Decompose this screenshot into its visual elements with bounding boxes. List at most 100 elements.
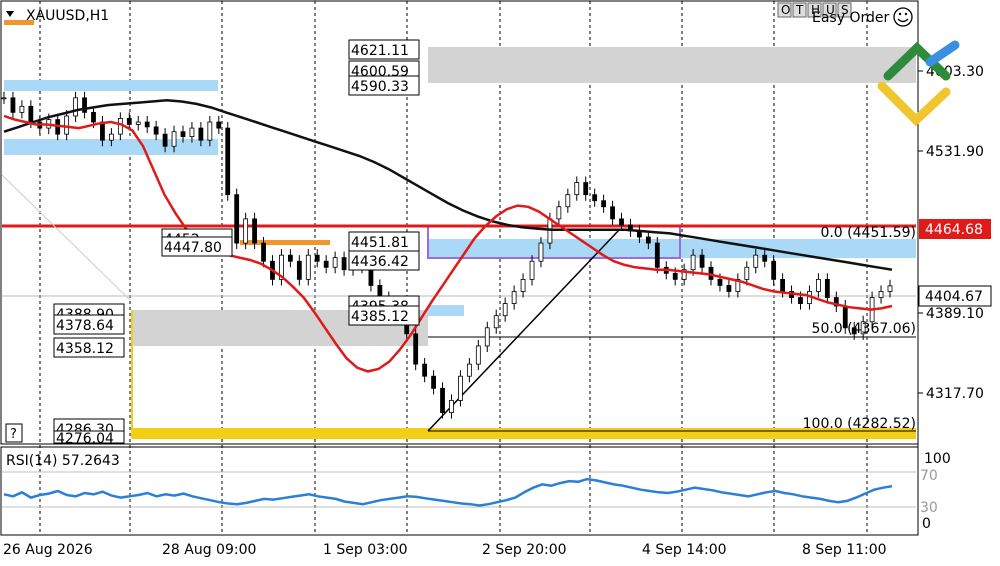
candle-body xyxy=(511,291,517,304)
candle-body xyxy=(234,194,240,244)
candle-body xyxy=(225,127,231,196)
candle-body xyxy=(261,242,266,262)
candle-body xyxy=(296,260,302,280)
fib-label: 50.0 (4367.06) xyxy=(812,321,916,337)
candle-body xyxy=(493,315,499,329)
gray-zone-upper xyxy=(428,47,916,83)
chart-canvas[interactable]: 4621.11 4600.59 4590.33 4452. 4447.80 44… xyxy=(0,0,1000,562)
rsi-tick-label: 70 xyxy=(920,468,938,484)
candle-body xyxy=(484,327,490,347)
candle-body xyxy=(323,260,329,268)
price-label: 4451.81 xyxy=(351,235,409,251)
candle-body xyxy=(645,236,651,244)
candle-body xyxy=(619,218,624,226)
candle-body xyxy=(1,97,7,100)
fib-label: 100.0 (4282.52) xyxy=(803,416,916,432)
price-label: 4358.12 xyxy=(56,341,114,357)
x-tick-label: 4 Sep 14:00 xyxy=(642,542,727,558)
candle-body xyxy=(717,278,723,286)
candle-body xyxy=(744,266,750,280)
resistance-price-value: 4464.68 xyxy=(925,222,983,238)
candle-body xyxy=(601,200,607,208)
price-label: 4385.12 xyxy=(351,309,409,325)
candle-body xyxy=(475,345,481,365)
candle-body xyxy=(189,127,195,137)
current-price-value: 4404.67 xyxy=(925,289,983,305)
candle-body xyxy=(798,297,803,304)
symbol-label[interactable]: XAUUSD,H1 xyxy=(26,8,109,24)
candle-body xyxy=(422,363,428,377)
candle-body xyxy=(64,115,70,135)
candle-body xyxy=(583,182,589,196)
price-label: 4436.42 xyxy=(351,254,409,270)
candle-body xyxy=(332,257,338,268)
candle-body xyxy=(162,133,168,147)
y-tick-label: 4317.70 xyxy=(926,386,984,402)
candle-body xyxy=(449,400,454,413)
candle-body xyxy=(520,278,526,292)
x-tick-label: 26 Aug 2026 xyxy=(3,542,93,558)
candle-body xyxy=(153,126,159,135)
candle-body xyxy=(690,254,696,271)
price-label: 4621.11 xyxy=(351,43,409,59)
candle-body xyxy=(91,111,96,123)
candle-body xyxy=(780,278,786,292)
rsi-axis: 100 70 30 0 xyxy=(920,451,951,532)
x-tick-label: 1 Sep 03:00 xyxy=(323,542,408,558)
candle-body xyxy=(28,105,34,123)
candle-body xyxy=(610,206,615,220)
candle-body xyxy=(243,218,249,244)
time-axis: 26 Aug 2026 28 Aug 09:00 1 Sep 03:00 2 S… xyxy=(3,542,887,558)
candle-body xyxy=(314,254,320,262)
price-label: 4447.80 xyxy=(164,240,222,256)
candle-body xyxy=(171,131,177,147)
y-tick-label: 4389.10 xyxy=(926,306,984,322)
yellow-zone-bottom xyxy=(132,428,916,439)
candle-body xyxy=(413,333,419,365)
fib-label: 0.0 (4451.59) xyxy=(820,225,916,241)
toolbar-button-o: O xyxy=(781,3,790,17)
candle-body xyxy=(753,254,759,268)
candle-body xyxy=(19,105,25,113)
candle-body xyxy=(458,375,463,401)
candle-body xyxy=(574,182,580,196)
candle-body xyxy=(762,254,768,262)
candle-body xyxy=(538,242,544,262)
easy-order-label[interactable]: Easy Order xyxy=(812,10,889,26)
rsi-title: RSI(14) 57.2643 xyxy=(6,453,120,469)
rsi-tick-label: 0 xyxy=(922,516,931,532)
candle-body xyxy=(440,387,445,413)
candle-body xyxy=(878,291,884,298)
candle-body xyxy=(529,260,535,280)
candle-body xyxy=(431,375,436,389)
candle-body xyxy=(108,133,114,141)
candle-body xyxy=(816,278,821,292)
y-tick-label: 4531.90 xyxy=(926,144,984,160)
candle-body xyxy=(100,121,105,141)
candle-body xyxy=(287,254,293,262)
candle-body xyxy=(699,254,705,268)
help-button-label: ? xyxy=(10,427,17,442)
chart-window: 4621.11 4600.59 4590.33 4452. 4447.80 44… xyxy=(0,0,1000,562)
candle-body xyxy=(73,97,78,117)
candle-body xyxy=(592,194,598,202)
candle-body xyxy=(556,206,562,220)
x-tick-label: 2 Sep 20:00 xyxy=(482,542,567,558)
candle-body xyxy=(654,242,660,268)
candle-body xyxy=(117,118,123,135)
candle-body xyxy=(180,131,186,137)
candle-body xyxy=(305,254,311,280)
candle-body xyxy=(726,285,732,292)
candle-body xyxy=(341,257,347,271)
candle-body xyxy=(216,121,222,129)
candle-body xyxy=(126,118,132,125)
candle-body xyxy=(252,218,257,244)
candle-body xyxy=(466,363,472,377)
x-tick-label: 8 Sep 11:00 xyxy=(802,542,887,558)
candle-body xyxy=(672,272,678,280)
candle-body xyxy=(198,127,204,141)
x-tick-label: 28 Aug 09:00 xyxy=(162,542,256,558)
candle-body xyxy=(144,121,150,128)
blue-zone-top-left xyxy=(4,80,218,91)
price-label: 4276.04 xyxy=(56,431,114,447)
